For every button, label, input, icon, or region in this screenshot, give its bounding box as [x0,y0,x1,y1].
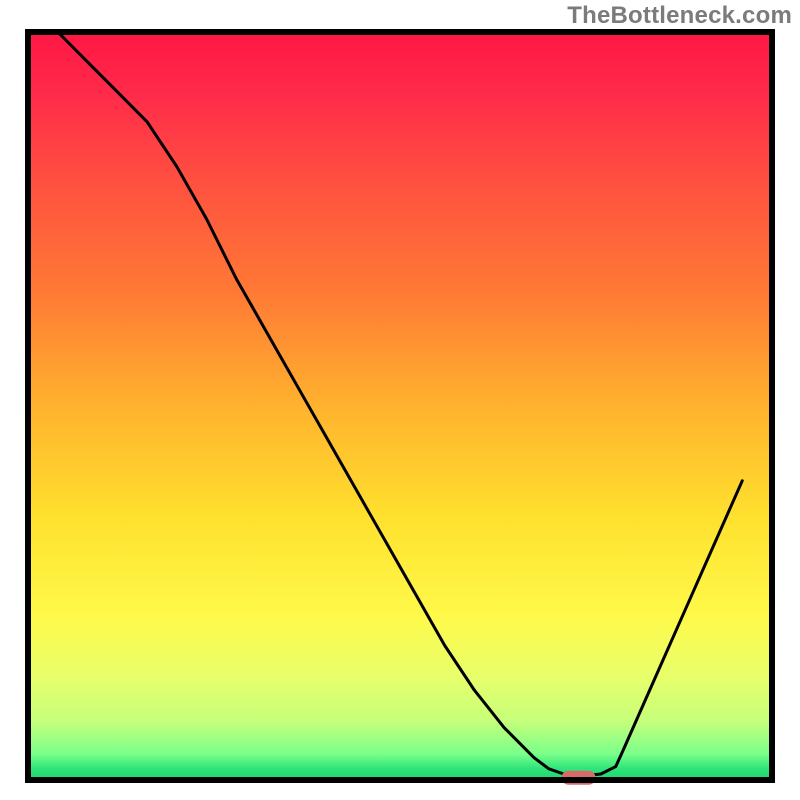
chart-container: { "watermark": "TheBottleneck.com", "cha… [0,0,800,800]
bottleneck-chart [0,0,800,800]
watermark-text: TheBottleneck.com [567,2,792,30]
